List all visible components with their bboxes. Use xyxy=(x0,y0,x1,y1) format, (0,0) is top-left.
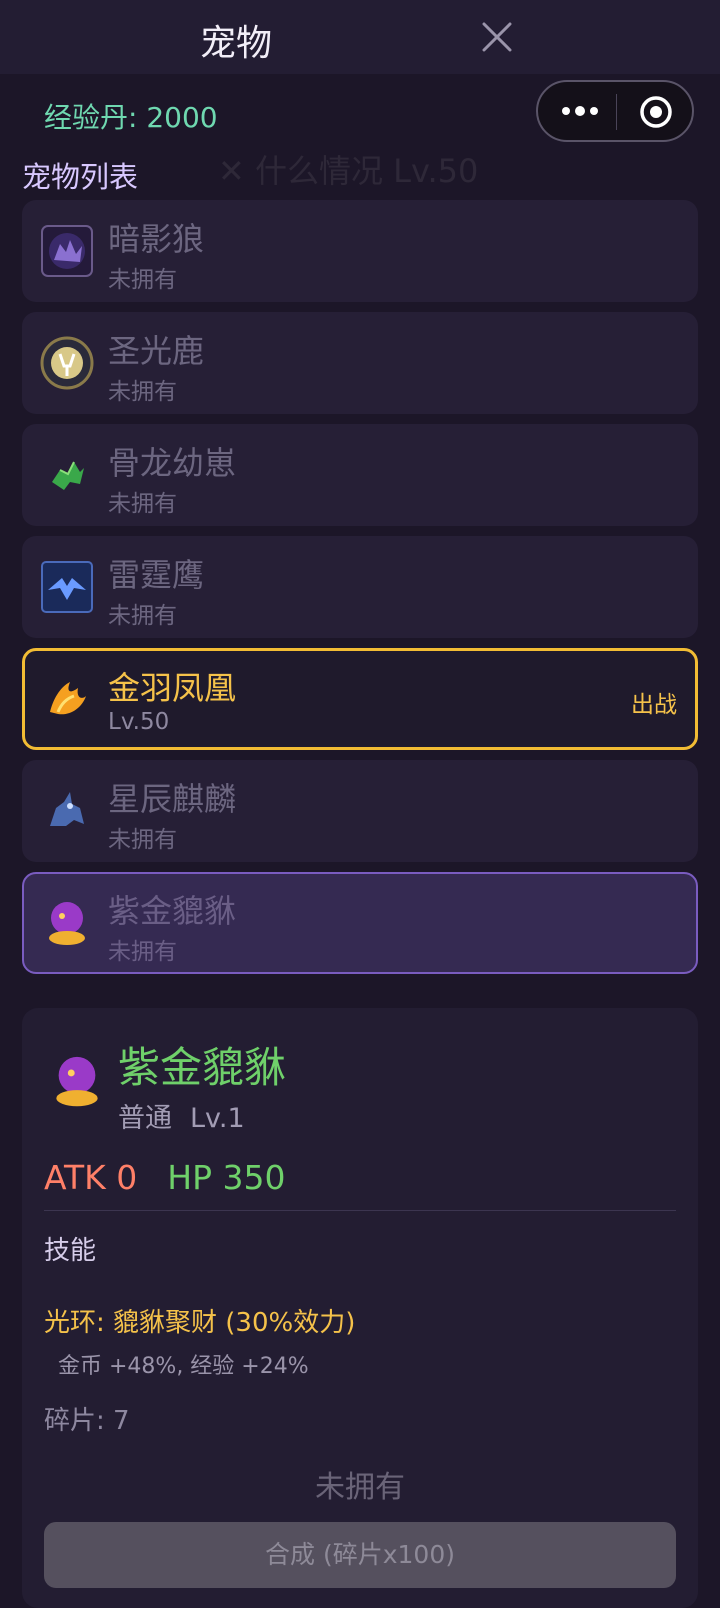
pet-card-bone-dragon[interactable]: 骨龙幼崽 未拥有 xyxy=(22,424,698,526)
pet-status: 未拥有 xyxy=(108,603,177,629)
aura-skill: 光环: 貔貅聚财 (30%效力) xyxy=(44,1308,356,1338)
star-qilin-icon xyxy=(50,792,84,826)
skill-section-title: 技能 xyxy=(44,1236,97,1266)
pet-name: 星辰麒麟 xyxy=(108,780,237,818)
level-label: Lv.1 xyxy=(190,1103,245,1134)
pet-detail-panel: 紫金貔貅 普通 Lv.1 ATK 0 HP 350 技能 光环: 貔貅聚财 (30%… xyxy=(22,1008,698,1608)
shadow-wolf-icon xyxy=(41,225,93,277)
pet-card-star-qilin[interactable]: 星辰麒麟 未拥有 xyxy=(22,760,698,862)
purple-pixiu-icon xyxy=(49,902,85,945)
deploy-status[interactable]: 出战 xyxy=(631,685,677,719)
owned-status: 未拥有 xyxy=(315,1470,405,1505)
capsule-divider xyxy=(616,94,617,130)
bone-dragon-icon xyxy=(52,461,84,490)
more-icon[interactable] xyxy=(560,100,600,122)
golden-phoenix-icon xyxy=(50,682,86,715)
pet-level: Lv.50 xyxy=(108,709,170,735)
detail-rarity-level: 普通 Lv.1 xyxy=(118,1096,245,1135)
divider xyxy=(44,1210,676,1211)
pet-name: 金羽凤凰 xyxy=(108,669,237,707)
pet-name: 圣光鹿 xyxy=(108,332,205,370)
aura-effect: 金币 +48%, 经验 +24% xyxy=(58,1354,309,1379)
page-title: 宠物 xyxy=(200,23,273,64)
pet-status: 未拥有 xyxy=(108,491,177,517)
holy-deer-icon xyxy=(40,336,94,390)
detail-pet-name: 紫金貔貅 xyxy=(118,1043,287,1092)
pet-name: 紫金貔貅 xyxy=(108,892,237,930)
atk-stat: ATK 0 xyxy=(44,1158,138,1197)
hp-stat: HP 350 xyxy=(167,1158,286,1197)
pet-list-title: 宠物列表 xyxy=(22,160,139,194)
synthesize-button[interactable]: 合成 (碎片x100) xyxy=(44,1522,676,1588)
pet-card-thunder-eagle[interactable]: 雷霆鹰 未拥有 xyxy=(22,536,698,638)
pet-card-shadow-wolf[interactable]: 暗影狼 未拥有 xyxy=(22,200,698,302)
close-icon[interactable] xyxy=(480,20,514,54)
pet-status: 未拥有 xyxy=(108,827,177,853)
pet-card-golden-phoenix[interactable]: 金羽凤凰 Lv.50 出战 xyxy=(22,648,698,750)
pet-status: 未拥有 xyxy=(108,379,177,405)
pet-status: 未拥有 xyxy=(108,939,177,965)
background-watermark: ✕ 什么情况 Lv.50 xyxy=(218,152,479,190)
pet-card-purple-pixiu[interactable]: 紫金貔貅 未拥有 xyxy=(22,872,698,974)
pet-name: 暗影狼 xyxy=(108,220,205,258)
pet-name: 骨龙幼崽 xyxy=(108,444,237,482)
stats-row: ATK 0 HP 350 xyxy=(44,1158,286,1197)
thunder-eagle-icon xyxy=(41,561,93,613)
pet-name: 雷霆鹰 xyxy=(108,556,205,594)
shard-count: 碎片: 7 xyxy=(44,1406,130,1436)
header-bar: 宠物 xyxy=(0,0,720,74)
miniprogram-capsule xyxy=(536,80,694,142)
exp-pill-count: 经验丹: 2000 xyxy=(44,101,218,134)
pet-status: 未拥有 xyxy=(108,267,177,293)
close-miniprogram-icon[interactable] xyxy=(638,94,674,130)
rarity-label: 普通 xyxy=(118,1103,172,1134)
purple-pixiu-icon xyxy=(56,1056,98,1107)
pet-card-holy-deer[interactable]: 圣光鹿 未拥有 xyxy=(22,312,698,414)
